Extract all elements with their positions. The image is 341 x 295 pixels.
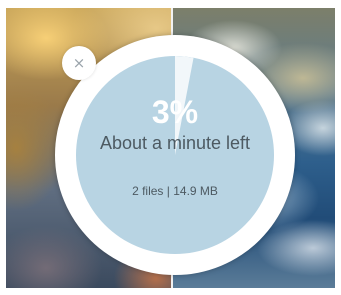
close-button[interactable]: × (62, 46, 96, 80)
progress-disc (76, 56, 274, 254)
progress-pie (175, 56, 194, 155)
file-info-separator: | (166, 184, 170, 198)
progress-percent: 3% (151, 94, 199, 130)
time-remaining: About a minute left (99, 133, 251, 153)
close-icon: × (72, 53, 86, 72)
file-count: 2 files (132, 184, 164, 198)
file-size: 14.9 MB (173, 184, 218, 198)
file-info: 2 files | 14.9 MB (76, 184, 274, 198)
